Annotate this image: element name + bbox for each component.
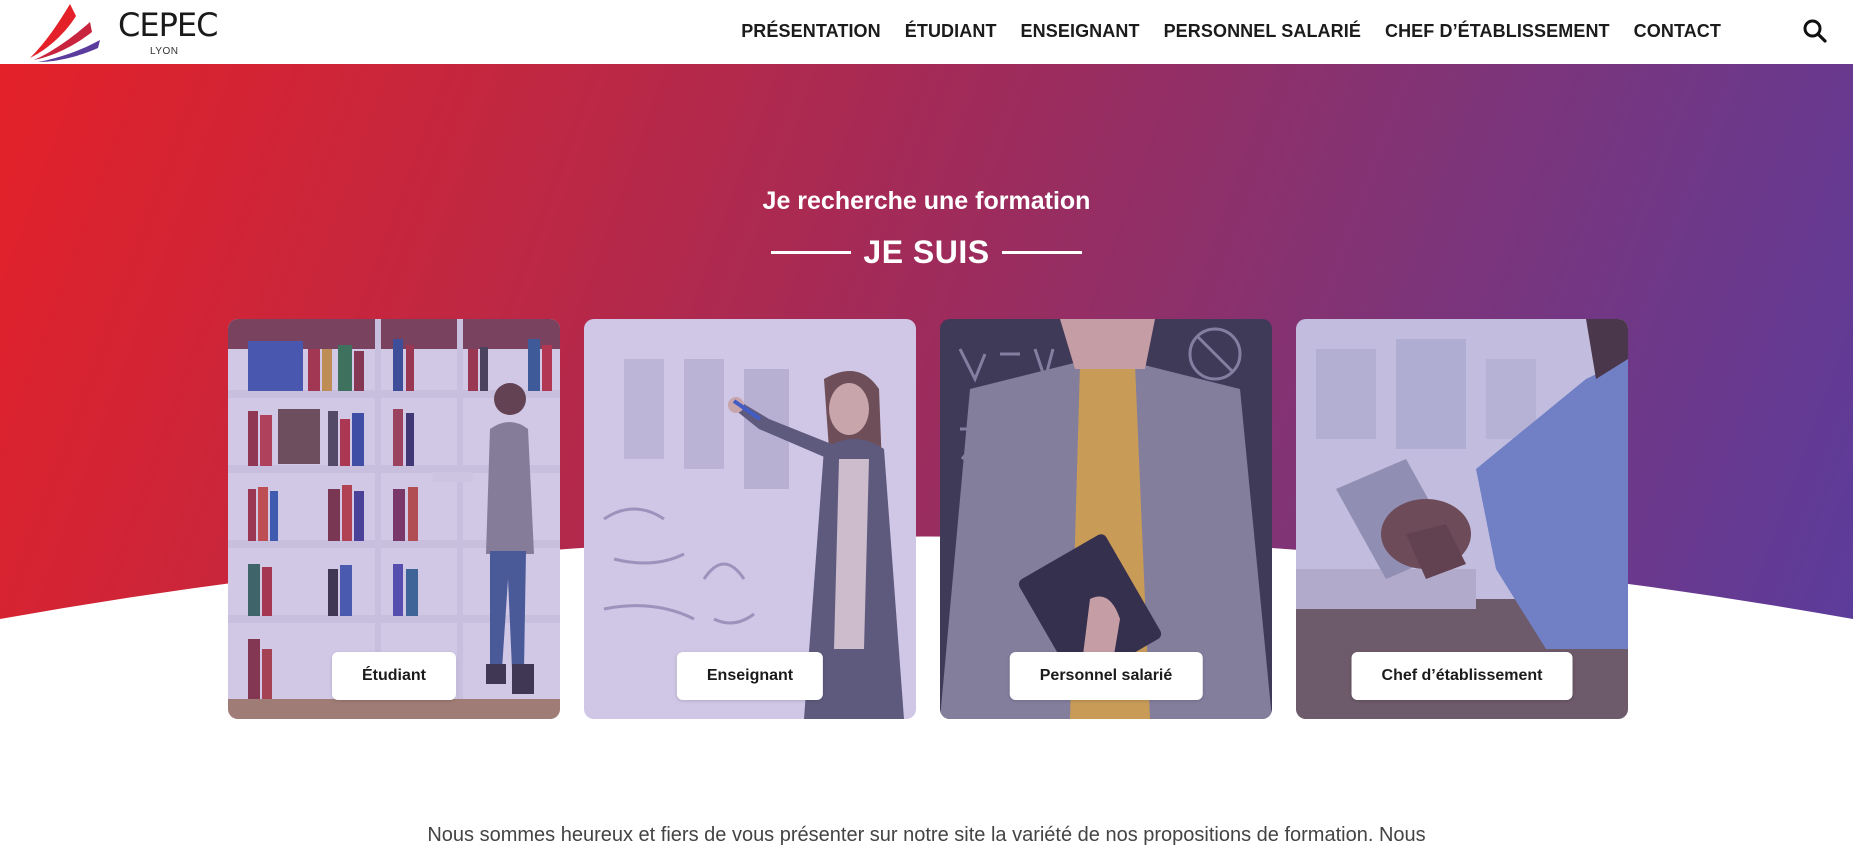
intro-paragraph: Nous sommes heureux et fiers de vous pré… (427, 824, 1426, 846)
search-button[interactable] (1801, 17, 1829, 45)
nav-item-enseignant[interactable]: ENSEIGNANT (1021, 21, 1140, 42)
card-etudiant[interactable]: Étudiant (228, 319, 560, 719)
hero-subtitle: Je recherche une formation (762, 187, 1091, 215)
search-icon (1803, 19, 1827, 43)
logo-name: CEPEC (118, 6, 218, 44)
hero-line-right (1001, 251, 1082, 254)
hero-line-left (771, 251, 852, 254)
card-label-enseignant[interactable]: Enseignant (676, 652, 824, 700)
logo-city: LYON (150, 46, 179, 57)
logo-mark-icon (30, 4, 100, 62)
nav-item-etudiant[interactable]: ÉTUDIANT (905, 21, 997, 42)
nav-item-personnel-salarie[interactable]: PERSONNEL SALARIÉ (1164, 21, 1361, 42)
card-label-chef-etablissement[interactable]: Chef d’établissement (1351, 652, 1573, 700)
card-chef-etablissement[interactable]: Chef d’établissement (1296, 319, 1628, 719)
card-label-personnel-salarie[interactable]: Personnel salarié (1009, 652, 1203, 700)
card-personnel-salarie[interactable]: Personnel salarié (940, 319, 1272, 719)
main-nav: PRÉSENTATION ÉTUDIANT ENSEIGNANT PERSONN… (741, 0, 1721, 62)
profile-cards: Étudiant Enseignant Personnel salarié Ch… (228, 319, 1628, 719)
site-header: CEPEC LYON PRÉSENTATION ÉTUDIANT ENSEIGN… (0, 0, 1853, 64)
card-label-etudiant[interactable]: Étudiant (332, 652, 456, 700)
hero-title: JE SUIS (863, 234, 990, 270)
nav-item-contact[interactable]: CONTACT (1634, 21, 1721, 42)
nav-item-presentation[interactable]: PRÉSENTATION (741, 21, 881, 42)
cepec-logo[interactable]: CEPEC LYON (28, 2, 218, 62)
nav-item-chef-etablissement[interactable]: CHEF D’ÉTABLISSEMENT (1385, 21, 1610, 42)
hero-title-group: JE SUIS (0, 234, 1853, 271)
card-enseignant[interactable]: Enseignant (584, 319, 916, 719)
